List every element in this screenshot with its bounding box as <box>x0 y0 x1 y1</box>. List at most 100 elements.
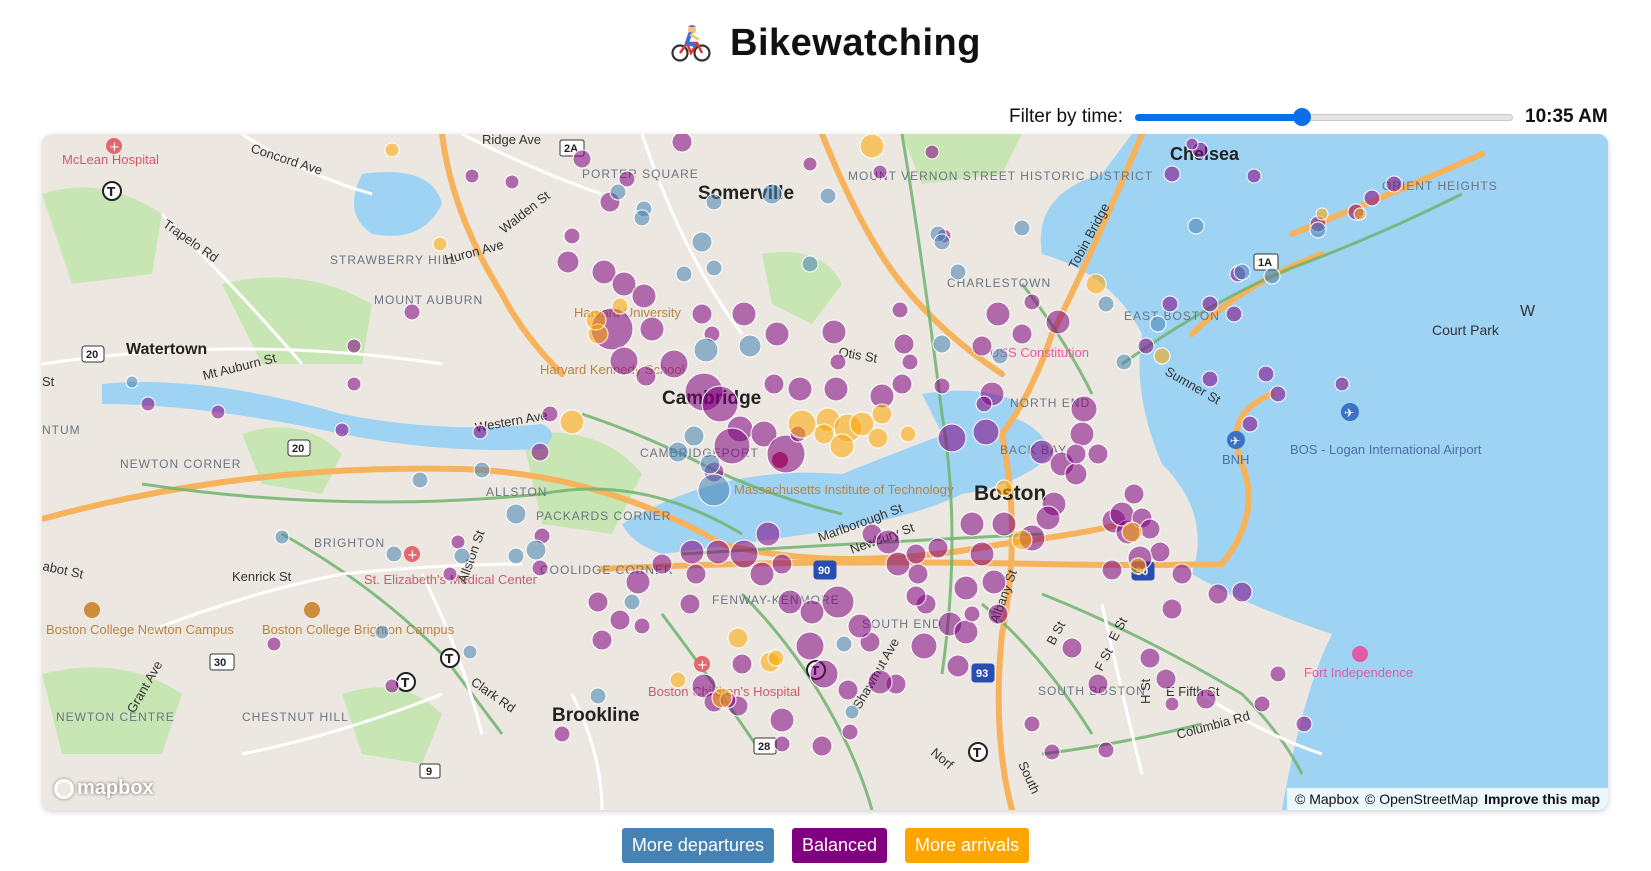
station-marker-balanced[interactable] <box>609 609 631 631</box>
station-marker-arrivals[interactable] <box>1315 207 1329 221</box>
station-marker-balanced[interactable] <box>679 593 701 615</box>
station-marker-balanced[interactable] <box>1061 637 1083 659</box>
station-marker-balanced[interactable] <box>639 316 665 342</box>
station-marker-balanced[interactable] <box>384 678 400 694</box>
station-marker-departures[interactable] <box>462 644 478 660</box>
station-marker-balanced[interactable] <box>691 303 713 325</box>
station-marker-balanced[interactable] <box>631 283 657 309</box>
station-marker-balanced[interactable] <box>1246 168 1262 184</box>
station-marker-departures[interactable] <box>683 425 705 447</box>
station-marker-balanced[interactable] <box>334 422 350 438</box>
station-marker-arrivals[interactable] <box>787 409 817 439</box>
station-marker-balanced[interactable] <box>1385 175 1403 193</box>
station-marker-balanced[interactable] <box>556 250 580 274</box>
station-marker-balanced[interactable] <box>1137 337 1155 355</box>
station-marker-arrivals[interactable] <box>859 134 885 159</box>
slider-thumb[interactable] <box>1292 108 1311 126</box>
station-marker-departures[interactable] <box>691 231 713 253</box>
station-marker-balanced[interactable] <box>1207 583 1229 605</box>
station-marker-departures[interactable] <box>693 337 719 363</box>
station-marker-departures[interactable] <box>933 233 951 251</box>
station-marker-arrivals[interactable] <box>1121 521 1143 543</box>
station-marker-departures[interactable] <box>274 529 290 545</box>
station-marker-balanced[interactable] <box>1065 443 1087 465</box>
station-marker-departures[interactable] <box>453 547 471 565</box>
station-marker-balanced[interactable] <box>635 365 657 387</box>
station-marker-balanced[interactable] <box>450 534 466 550</box>
station-marker-balanced[interactable] <box>633 617 651 635</box>
station-marker-balanced[interactable] <box>651 553 673 575</box>
station-marker-balanced[interactable] <box>1035 505 1061 531</box>
station-marker-departures[interactable] <box>844 704 860 720</box>
station-marker-balanced[interactable] <box>659 349 689 379</box>
station-marker-balanced[interactable] <box>893 333 915 355</box>
station-marker-balanced[interactable] <box>140 396 156 412</box>
station-marker-balanced[interactable] <box>731 653 753 675</box>
station-marker-balanced[interactable] <box>1069 421 1095 447</box>
station-marker-balanced[interactable] <box>1231 581 1253 603</box>
station-marker-balanced[interactable] <box>959 511 985 537</box>
station-marker-balanced[interactable] <box>953 575 979 601</box>
station-marker-departures[interactable] <box>991 347 1009 365</box>
station-marker-balanced[interactable] <box>777 589 803 615</box>
station-marker-balanced[interactable] <box>587 591 609 613</box>
station-marker-balanced[interactable] <box>1149 541 1171 563</box>
station-marker-arrivals[interactable] <box>767 649 785 667</box>
station-marker-arrivals[interactable] <box>1153 347 1171 365</box>
station-marker-arrivals[interactable] <box>611 297 629 315</box>
station-marker-balanced[interactable] <box>210 404 226 420</box>
station-marker-balanced[interactable] <box>1163 165 1181 183</box>
station-marker-balanced[interactable] <box>1269 385 1287 403</box>
station-marker-balanced[interactable] <box>609 346 639 376</box>
station-marker-balanced[interactable] <box>1023 293 1041 311</box>
station-marker-arrivals[interactable] <box>384 142 400 158</box>
station-marker-balanced[interactable] <box>346 376 362 392</box>
station-marker-departures[interactable] <box>705 259 723 277</box>
station-marker-departures[interactable] <box>589 687 607 705</box>
station-marker-balanced[interactable] <box>927 537 949 559</box>
station-marker-arrivals[interactable] <box>1129 557 1147 575</box>
station-marker-departures[interactable] <box>411 471 429 489</box>
station-marker-arrivals[interactable] <box>899 425 917 443</box>
station-marker-departures[interactable] <box>699 453 721 475</box>
map-canvas[interactable]: Somerville Cambridge Boston Watertown Br… <box>42 134 1608 810</box>
station-marker-departures[interactable] <box>697 473 731 507</box>
station-marker-balanced[interactable] <box>403 303 421 321</box>
station-marker-arrivals[interactable] <box>1353 207 1367 221</box>
station-marker-balanced[interactable] <box>829 353 847 371</box>
station-marker-departures[interactable] <box>507 547 525 565</box>
station-marker-departures[interactable] <box>385 545 403 563</box>
station-marker-balanced[interactable] <box>787 376 813 402</box>
station-marker-departures[interactable] <box>705 193 723 211</box>
station-marker-balanced[interactable] <box>1070 395 1098 423</box>
station-marker-balanced[interactable] <box>541 405 559 423</box>
station-marker-balanced[interactable] <box>1241 415 1259 433</box>
station-marker-departures[interactable] <box>801 255 819 273</box>
station-marker-balanced[interactable] <box>867 669 893 695</box>
station-marker-balanced[interactable] <box>713 427 751 465</box>
station-marker-arrivals[interactable] <box>867 427 889 449</box>
station-marker-balanced[interactable] <box>591 629 613 651</box>
station-marker-balanced[interactable] <box>1101 559 1123 581</box>
station-marker-balanced[interactable] <box>910 632 938 660</box>
station-marker-balanced[interactable] <box>821 585 855 619</box>
station-marker-balanced[interactable] <box>1295 715 1313 733</box>
station-marker-balanced[interactable] <box>1185 137 1199 151</box>
station-marker-departures[interactable] <box>1115 353 1133 371</box>
station-marker-departures[interactable] <box>835 635 853 653</box>
station-marker-balanced[interactable] <box>802 156 818 172</box>
station-marker-balanced[interactable] <box>1171 563 1193 585</box>
station-marker-departures[interactable] <box>761 183 783 205</box>
station-marker-balanced[interactable] <box>981 569 1007 595</box>
station-marker-balanced[interactable] <box>763 373 785 395</box>
station-marker-balanced[interactable] <box>1087 443 1109 465</box>
station-marker-balanced[interactable] <box>1225 305 1243 323</box>
station-marker-balanced[interactable] <box>1045 309 1071 335</box>
station-marker-balanced[interactable] <box>1097 741 1115 759</box>
station-marker-balanced[interactable] <box>1023 715 1041 733</box>
station-marker-balanced[interactable] <box>1139 647 1161 669</box>
station-marker-departures[interactable] <box>1149 315 1167 333</box>
station-marker-balanced[interactable] <box>1161 295 1179 313</box>
station-marker-balanced[interactable] <box>773 735 791 753</box>
station-marker-balanced[interactable] <box>891 373 913 395</box>
